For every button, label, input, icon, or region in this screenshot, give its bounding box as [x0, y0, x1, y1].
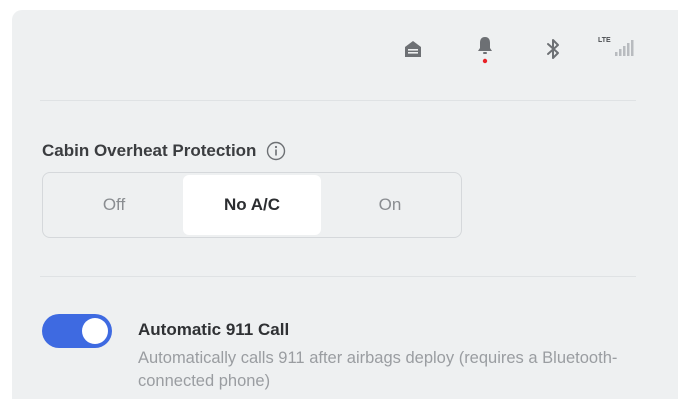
info-icon[interactable] — [266, 141, 286, 161]
automatic-911-toggle[interactable] — [42, 314, 112, 348]
lte-signal-icon: LTE — [597, 32, 637, 60]
toggle-knob — [82, 318, 108, 344]
automatic-911-description: Automatically calls 911 after airbags de… — [138, 349, 618, 390]
lte-label: LTE — [598, 37, 611, 44]
cabin-overheat-title: Cabin Overheat Protection — [42, 141, 286, 161]
automatic-911-title: Automatic 911 Call — [138, 320, 290, 339]
option-off[interactable]: Off — [45, 175, 183, 235]
option-no-ac[interactable]: No A/C — [183, 175, 321, 235]
divider-top — [40, 100, 636, 101]
notification-dot — [482, 58, 488, 64]
option-on[interactable]: On — [321, 175, 459, 235]
bluetooth-icon[interactable] — [540, 36, 566, 62]
bell-icon[interactable] — [472, 36, 498, 64]
divider-middle — [40, 276, 636, 277]
cabin-overheat-selector: Off No A/C On — [42, 172, 462, 238]
cabin-overheat-label: Cabin Overheat Protection — [42, 141, 257, 160]
garage-icon[interactable] — [400, 36, 426, 62]
